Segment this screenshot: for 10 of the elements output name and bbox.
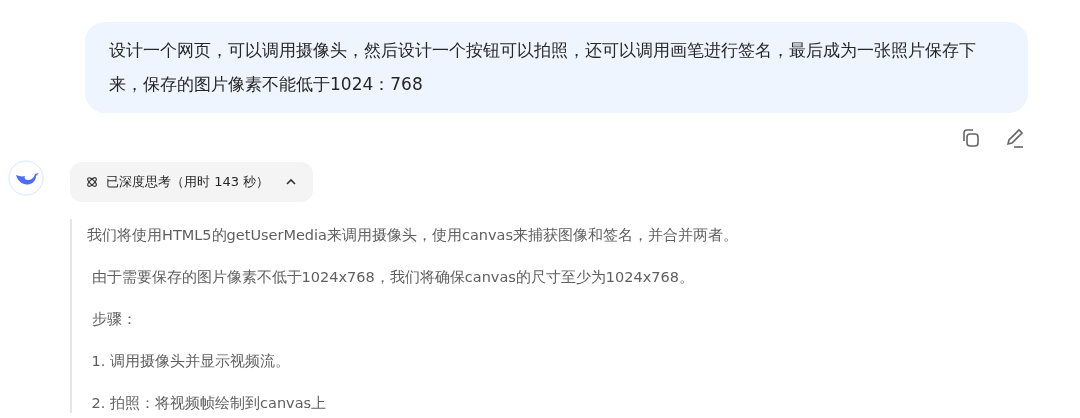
thinking-text: 步骤： (90, 310, 138, 329)
atom-icon (86, 176, 98, 188)
thinking-text: 由于需要保存的图片像素不低于1024x768，我们将确保canvas的尺寸至少为1024x768。 (90, 268, 695, 287)
copy-icon[interactable] (960, 127, 982, 149)
thinking-text: 我们将使用HTML5的getUserMedia来调用摄像头，使用canvas来捕获图像和签名，并合并两者。 (87, 226, 740, 245)
user-message: 设计一个网页，可以调用摄像头，然后设计一个按钮可以拍照，还可以调用画笔进行签名，最后成为一张照片保存下来，保存的图片像素不能低于1024：768 (85, 22, 1028, 113)
thinking-toggle[interactable]: 已深度思考（用时 143 秒） (70, 162, 314, 202)
thinking-text: 2. 拍照：将视频帧绘制到canvas上 (90, 394, 328, 413)
edit-icon[interactable] (1004, 127, 1026, 149)
thinking-text: 1. 调用摄像头并显示视频流。 (90, 352, 292, 371)
